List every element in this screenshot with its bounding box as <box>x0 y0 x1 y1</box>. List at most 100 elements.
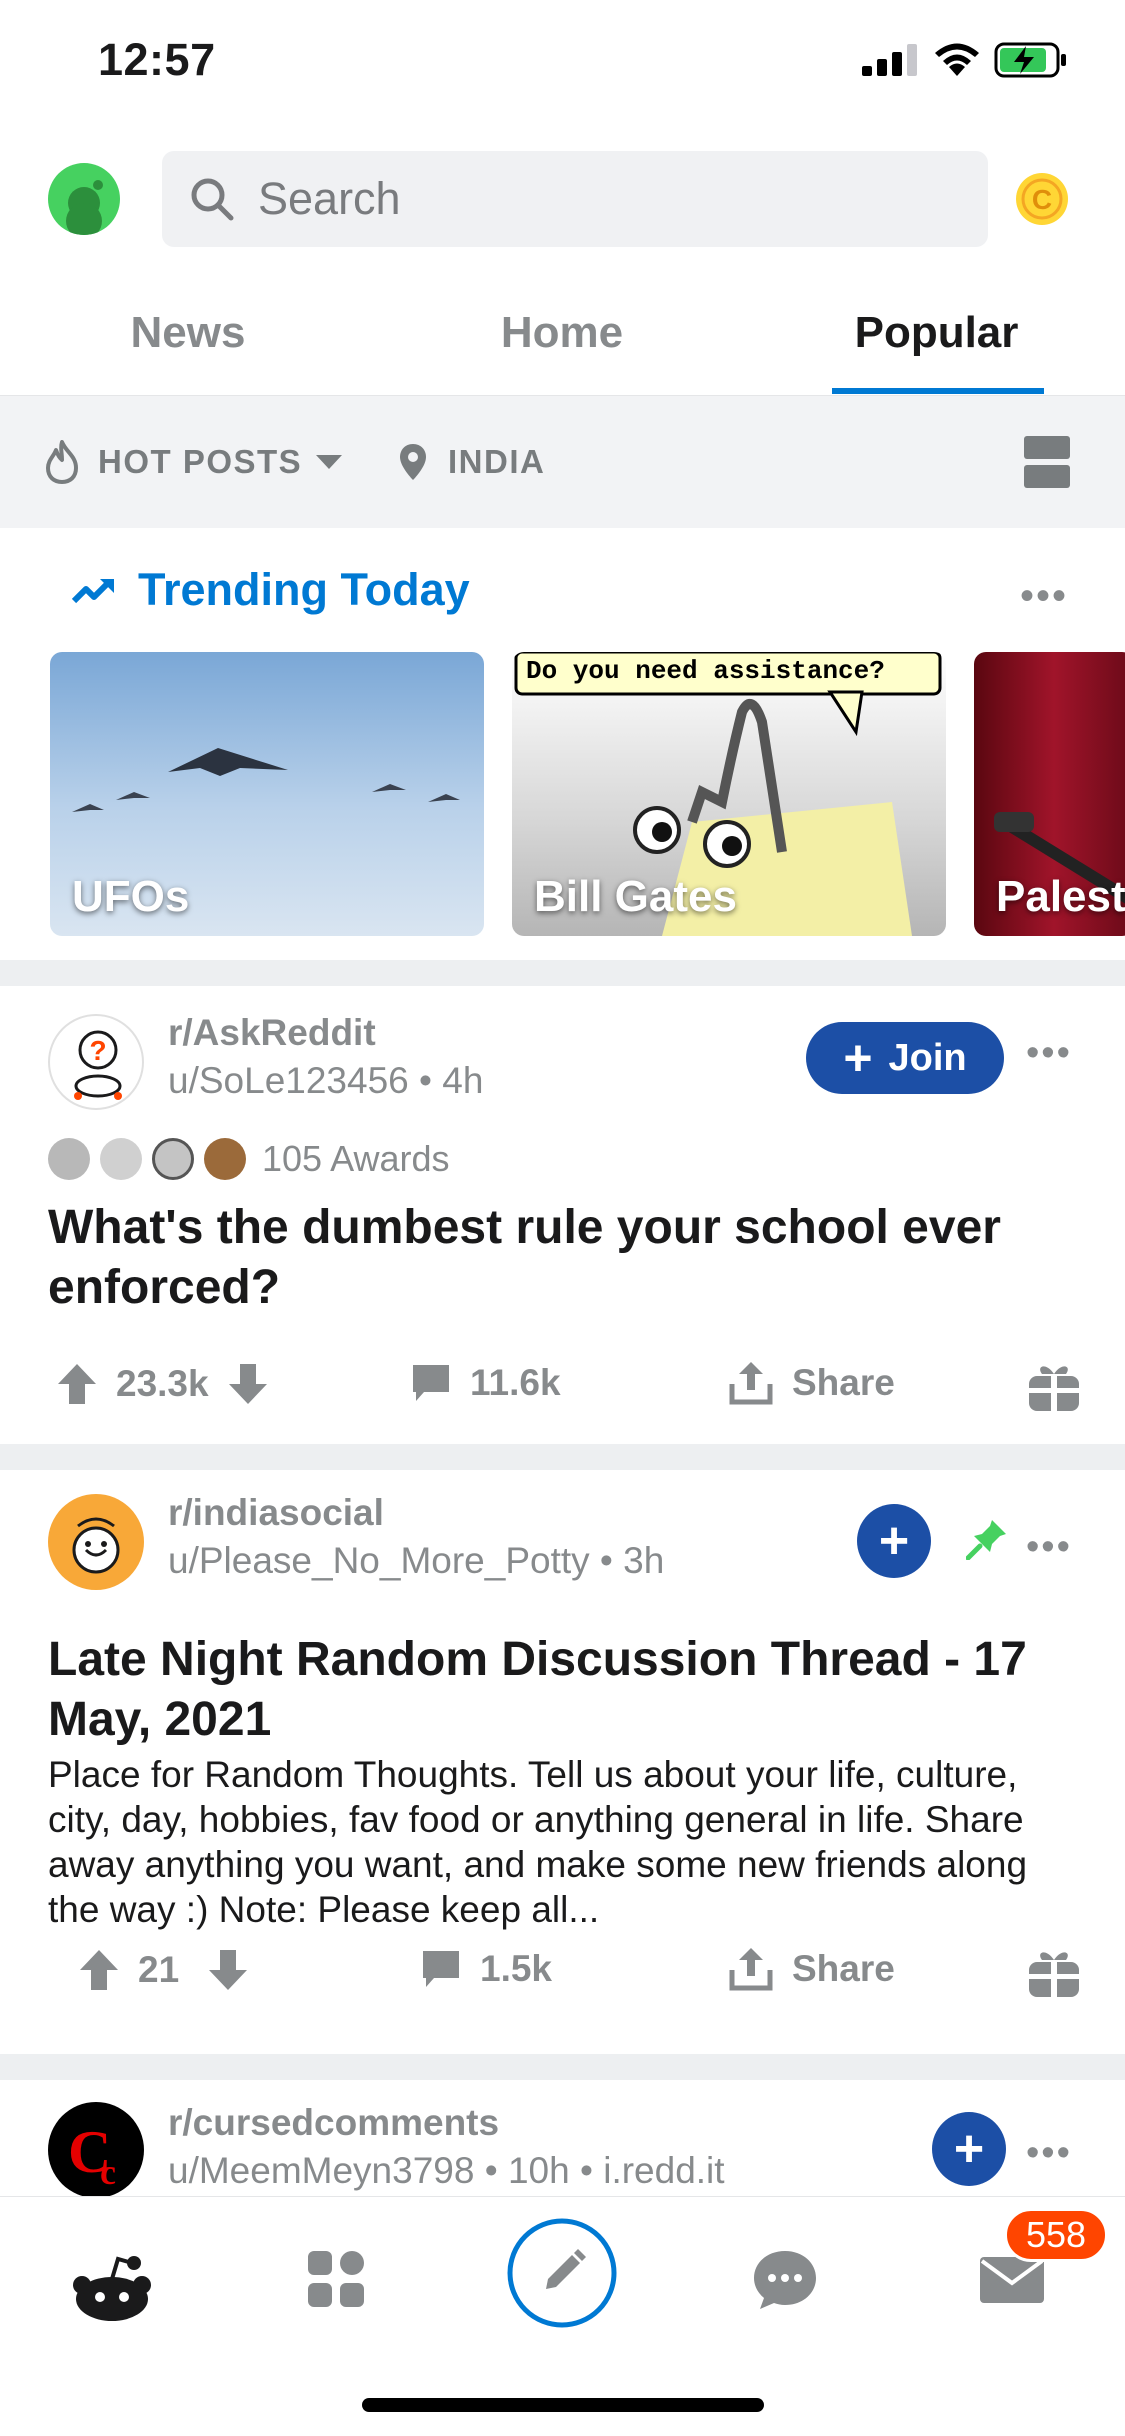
post-domain[interactable]: i.redd.it <box>603 2150 724 2191</box>
award-icon <box>100 1138 142 1180</box>
post-more-icon[interactable]: ••• <box>1026 1526 1072 1569</box>
share-icon <box>729 1362 773 1405</box>
subreddit-avatar[interactable] <box>48 1494 144 1590</box>
divider <box>0 1444 1125 1470</box>
awards-row[interactable]: 105 Awards <box>48 1138 449 1180</box>
home-snoo-icon[interactable] <box>72 2253 152 2323</box>
award-icon <box>152 1138 194 1180</box>
post-more-icon[interactable]: ••• <box>1026 2132 1072 2175</box>
trending-card-palest[interactable]: Palest <box>974 652 1125 936</box>
upvote-count: 23.3k <box>116 1363 209 1404</box>
post-title[interactable]: Late Night Random Discussion Thread - 17… <box>48 1630 1068 1750</box>
post-meta: u/SoLe123456 • 4h <box>168 1060 483 1102</box>
bubble-caption: Do you need assistance? <box>526 656 885 686</box>
comment-icon <box>423 1951 459 1987</box>
sort-bar: HOT POSTS INDIA <box>0 396 1125 528</box>
trending-section: Trending Today ••• UFOs Do you need assi… <box>0 528 1125 960</box>
wifi-icon <box>935 43 979 76</box>
gift-icon[interactable] <box>1026 1358 1082 1414</box>
plus-icon: + <box>843 1030 873 1086</box>
active-tab-indicator <box>832 388 1044 394</box>
subreddit-avatar[interactable]: C c <box>48 2102 144 2196</box>
upvote-icon[interactable] <box>78 1948 120 1992</box>
post-body[interactable]: Place for Random Thoughts. Tell us about… <box>48 1752 1088 1932</box>
tab-popular[interactable]: Popular <box>748 270 1125 396</box>
sort-dropdown[interactable]: HOT POSTS <box>44 396 344 528</box>
svg-text:C: C <box>1032 184 1052 215</box>
card-view-icon[interactable] <box>1024 436 1070 488</box>
trending-arrow-icon <box>72 579 114 604</box>
user-avatar[interactable] <box>48 163 120 235</box>
post-age: 3h <box>623 1540 665 1581</box>
post-meta: u/Please_No_More_Potty • 3h <box>168 1540 664 1582</box>
share-icon <box>729 1948 773 1991</box>
comments-button[interactable]: 1.5k <box>420 1948 552 1990</box>
post-meta: u/MeemMeyn3798 • 10h • i.redd.it <box>168 2150 725 2192</box>
share-button[interactable]: Share <box>728 1946 895 1992</box>
author-name[interactable]: u/MeemMeyn3798 <box>168 2150 474 2191</box>
tab-news[interactable]: News <box>0 270 376 396</box>
subreddit-name[interactable]: r/cursedcomments <box>168 2102 499 2144</box>
feed-tabs: News Home Popular <box>0 270 1125 396</box>
tab-home[interactable]: Home <box>376 270 748 396</box>
join-plus-button[interactable]: + <box>857 1504 931 1578</box>
post-card[interactable]: C c r/cursedcomments u/MeemMeyn3798 • 10… <box>0 2080 1125 2196</box>
share-label: Share <box>792 1362 895 1403</box>
award-icon <box>48 1138 90 1180</box>
search-input[interactable] <box>258 151 958 247</box>
trending-card-label: Bill Gates <box>534 872 737 921</box>
meta-dot: • <box>599 1540 624 1581</box>
comment-count: 11.6k <box>470 1362 561 1403</box>
trending-more-icon[interactable]: ••• <box>1020 574 1068 619</box>
coin-icon[interactable]: C <box>1014 171 1070 227</box>
share-button[interactable]: Share <box>728 1360 895 1406</box>
search-bar[interactable] <box>162 151 988 247</box>
author-name[interactable]: u/SoLe123456 <box>168 1060 409 1101</box>
location-pin-icon <box>400 444 426 480</box>
status-bar: 12:57 <box>0 0 1125 125</box>
post-title[interactable]: What's the dumbest rule your school ever… <box>48 1198 1068 1318</box>
location-filter[interactable]: INDIA <box>398 396 545 528</box>
gift-icon[interactable] <box>1026 1944 1082 2000</box>
trending-card-ufos[interactable]: UFOs <box>50 652 484 936</box>
inbox-badge: 558 <box>1004 2208 1108 2262</box>
post-age: 4h <box>442 1060 484 1101</box>
subreddit-name[interactable]: r/indiasocial <box>168 1492 384 1534</box>
meta-dot: • <box>579 2150 604 2191</box>
awards-count: 105 Awards <box>262 1138 450 1179</box>
meta-dot: • <box>484 2150 508 2191</box>
trending-card-label: Palest <box>996 872 1125 921</box>
post-card[interactable]: r/indiasocial u/Please_No_More_Potty • 3… <box>0 1470 1125 2054</box>
trending-title: Trending Today <box>138 564 470 615</box>
battery-charging-icon <box>994 42 1066 78</box>
join-button[interactable]: + Join <box>806 1022 1004 1094</box>
subreddit-name[interactable]: r/AskReddit <box>168 1012 376 1054</box>
subreddit-avatar[interactable]: ? <box>48 1014 144 1110</box>
comments-button[interactable]: 11.6k <box>410 1362 561 1404</box>
divider <box>0 2054 1125 2080</box>
vote-controls: 23.3k <box>56 1362 269 1406</box>
downvote-icon[interactable] <box>207 1948 249 1992</box>
vote-controls: 21 <box>78 1948 249 1992</box>
create-post-icon[interactable] <box>506 2217 618 2329</box>
trending-card-bill-gates[interactable]: Do you need assistance? Bill Gates <box>512 652 946 936</box>
join-plus-button[interactable]: + <box>932 2112 1006 2186</box>
search-icon <box>191 178 234 221</box>
share-label: Share <box>792 1948 895 1989</box>
status-time: 12:57 <box>98 34 216 85</box>
caret-down-icon <box>316 455 343 469</box>
post-age: 10h <box>507 2150 570 2191</box>
upvote-icon[interactable] <box>56 1362 98 1406</box>
chat-icon[interactable] <box>752 2249 818 2311</box>
header: C <box>0 125 1125 270</box>
discover-icon[interactable] <box>306 2249 366 2309</box>
home-indicator[interactable] <box>362 2398 764 2412</box>
comment-icon <box>413 1365 449 1401</box>
inbox-mail-icon[interactable] <box>978 2255 1046 2305</box>
cellular-signal-icon <box>862 44 917 76</box>
trending-header: Trending Today <box>72 564 470 616</box>
post-more-icon[interactable]: ••• <box>1026 1032 1072 1075</box>
post-card[interactable]: ? r/AskReddit u/SoLe123456 • 4h + Join •… <box>0 986 1125 1444</box>
downvote-icon[interactable] <box>227 1362 269 1406</box>
author-name[interactable]: u/Please_No_More_Potty <box>168 1540 590 1581</box>
